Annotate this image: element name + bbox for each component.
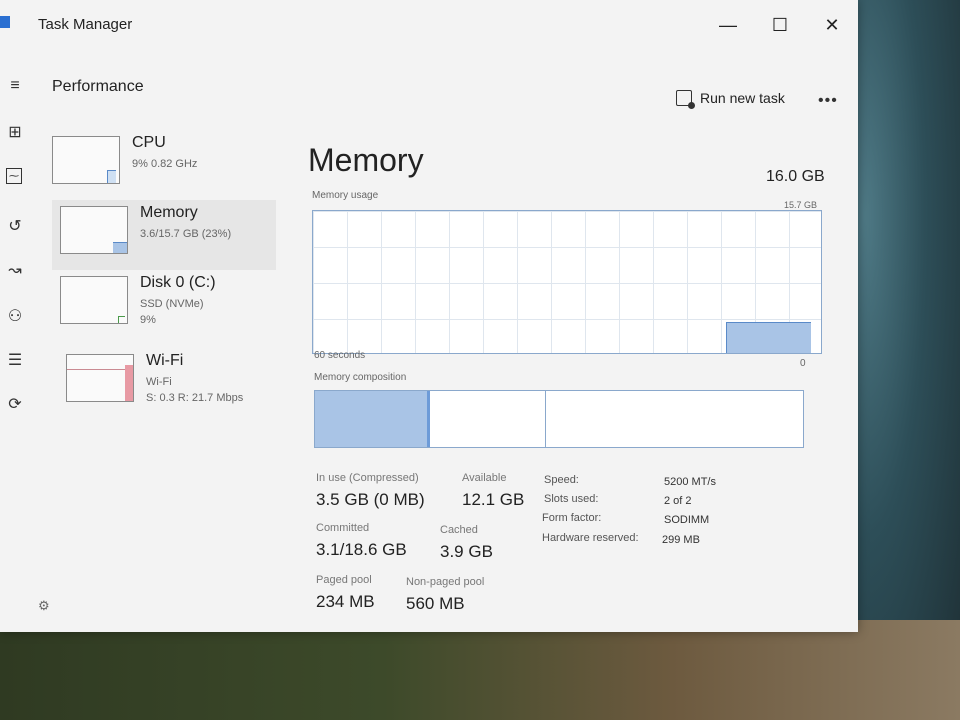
committed-label: Committed [316, 522, 370, 534]
processes-icon[interactable]: ⊞ [0, 120, 30, 144]
memory-usage-label: Memory usage [312, 190, 379, 201]
memory-total: 16.0 GB [766, 168, 825, 185]
hardware-reserved-label: Hardware reserved: [542, 532, 639, 544]
run-new-task-button[interactable]: Run new task [676, 90, 785, 109]
speed-label: Speed: [544, 474, 579, 486]
paged-pool-label: Paged pool [316, 574, 372, 586]
close-button[interactable]: ✕ [806, 0, 858, 50]
memory-composition-bar [314, 390, 804, 448]
available-label: Available [462, 472, 507, 484]
graph-time-left: 60 seconds [314, 350, 366, 361]
settings-gear-icon[interactable]: ⚙ [38, 598, 50, 614]
hamburger-icon[interactable]: ≡ [0, 74, 30, 98]
minimize-button[interactable]: — [702, 0, 754, 50]
more-options-button[interactable]: ••• [818, 92, 838, 110]
committed-value: 3.1/18.6 GB [316, 540, 407, 559]
in-use-value: 3.5 GB (0 MB) [316, 490, 425, 509]
memory-usage-fill [726, 322, 811, 353]
graph-time-right: 0 [800, 358, 806, 369]
device-detail: 3.6/15.7 GB (23%) [140, 228, 232, 240]
device-item-memory[interactable]: Memory 3.6/15.7 GB (23%) [52, 200, 276, 270]
device-name: Memory [140, 204, 198, 221]
composition-in-use [315, 391, 430, 447]
details-icon[interactable]: ☰ [0, 348, 30, 372]
users-icon[interactable]: ⚇ [0, 304, 30, 328]
page-title: Performance [52, 78, 144, 95]
performance-icon[interactable]: ⁓ [6, 168, 22, 184]
memory-usage-graph [312, 210, 822, 354]
device-item-cpu[interactable]: CPU 9% 0.82 GHz [44, 130, 268, 200]
memory-composition-label: Memory composition [314, 372, 407, 383]
device-detail-2: S: 0.3 R: 21.7 Mbps [146, 392, 244, 404]
window-title: Task Manager [38, 16, 133, 33]
memory-usage-max: 15.7 GB [784, 200, 818, 210]
window-controls: — ☐ ✕ [702, 0, 858, 50]
startup-apps-icon[interactable]: ↝ [0, 258, 30, 282]
form-factor-label: Form factor: [542, 512, 602, 524]
memory-heading: Memory [308, 142, 424, 178]
device-item-disk[interactable]: Disk 0 (C:) SSD (NVMe) 9% [52, 270, 276, 340]
slots-used-value: 2 of 2 [664, 495, 692, 507]
device-detail: Wi-Fi [146, 376, 172, 388]
device-name: Wi-Fi [146, 352, 184, 369]
disk-thumbnail-graph [60, 276, 128, 324]
speed-value: 5200 MT/s [664, 476, 716, 488]
wifi-thumbnail-graph [66, 354, 134, 402]
run-task-icon [676, 90, 695, 109]
cached-label: Cached [440, 524, 478, 536]
desktop-background-ground [0, 620, 960, 720]
task-manager-window: Task Manager — ☐ ✕ ≡ ⊞ ⁓ ↺ ↝ ⚇ ☰ ⟳ Perfo… [0, 0, 858, 632]
maximize-button[interactable]: ☐ [754, 0, 806, 50]
app-history-icon[interactable]: ↺ [0, 214, 30, 238]
device-detail-2: 9% [140, 314, 156, 326]
navigation-rail: ≡ ⊞ ⁓ ↺ ↝ ⚇ ☰ ⟳ [0, 60, 32, 620]
task-manager-app-icon [0, 16, 10, 28]
device-item-wifi[interactable]: Wi-Fi Wi-Fi S: 0.3 R: 21.7 Mbps [58, 348, 282, 418]
non-paged-pool-label: Non-paged pool [406, 576, 485, 588]
composition-divider [545, 391, 546, 447]
slots-used-label: Slots used: [544, 493, 599, 505]
memory-thumbnail-graph [60, 206, 128, 254]
hardware-reserved-value: 299 MB [662, 534, 700, 546]
device-detail: SSD (NVMe) [140, 298, 204, 310]
device-name: Disk 0 (C:) [140, 274, 216, 291]
run-new-task-label: Run new task [700, 90, 785, 106]
title-bar: Task Manager — ☐ ✕ [0, 0, 858, 50]
device-name: CPU [132, 134, 166, 151]
services-icon[interactable]: ⟳ [0, 392, 30, 416]
non-paged-pool-value: 560 MB [406, 594, 465, 613]
available-value: 12.1 GB [462, 490, 525, 509]
device-detail: 9% 0.82 GHz [132, 158, 198, 170]
paged-pool-value: 234 MB [316, 592, 375, 611]
cpu-thumbnail-graph [52, 136, 120, 184]
in-use-label: In use (Compressed) [316, 472, 419, 484]
cached-value: 3.9 GB [440, 542, 493, 561]
form-factor-value: SODIMM [664, 514, 710, 526]
